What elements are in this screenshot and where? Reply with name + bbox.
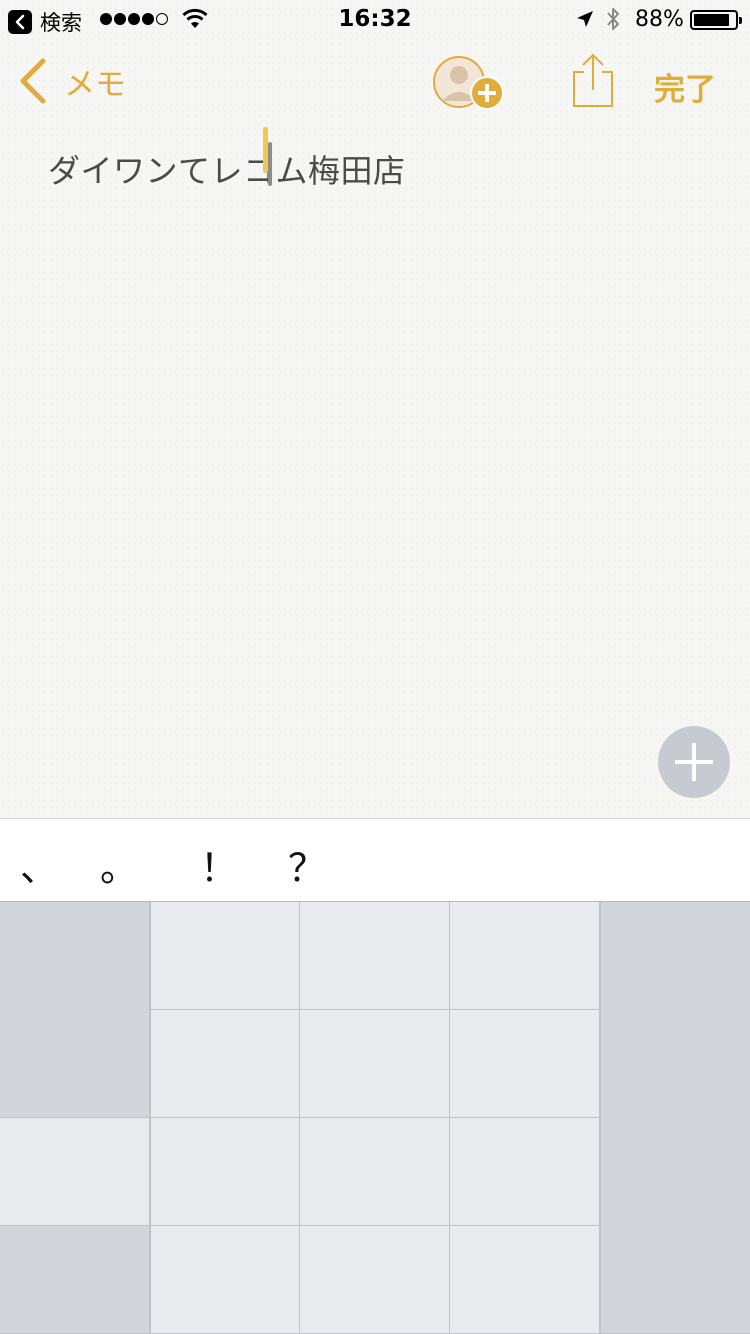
- note-paper-background: [0, 0, 750, 818]
- candidate-bar: 、 。 ！ ？: [0, 818, 750, 902]
- location-arrow-icon: [577, 11, 593, 27]
- battery-percent: 88%: [635, 7, 684, 32]
- candidate-comma[interactable]: 、: [20, 837, 58, 892]
- keyboard: [0, 902, 750, 1334]
- keyboard-key[interactable]: [0, 902, 150, 1118]
- keyboard-key[interactable]: [300, 1010, 450, 1118]
- keyboard-key[interactable]: [450, 1118, 600, 1226]
- add-person-icon: [433, 56, 504, 110]
- chevron-left-icon: [20, 58, 46, 104]
- keyboard-key[interactable]: [150, 1226, 300, 1334]
- bluetooth-icon: [607, 8, 619, 30]
- battery-fill: [694, 14, 729, 26]
- keyboard-key[interactable]: [600, 902, 750, 1334]
- battery-icon: [690, 10, 742, 30]
- add-person-button[interactable]: [432, 55, 507, 113]
- share-button[interactable]: [570, 52, 616, 110]
- status-bar: 検索 16:32 88%: [0, 0, 750, 40]
- back-label: メモ: [64, 66, 126, 103]
- done-button[interactable]: 完了: [654, 64, 716, 109]
- keyboard-key[interactable]: [450, 1010, 600, 1118]
- keyboard-key[interactable]: [0, 1118, 150, 1226]
- share-icon: [573, 53, 613, 107]
- note-body-text[interactable]: ダイワンてレコム梅田店: [48, 146, 406, 192]
- add-attachment-button[interactable]: [658, 726, 730, 798]
- marked-text-caret: [268, 142, 272, 186]
- keyboard-key[interactable]: [450, 1226, 600, 1334]
- candidate-period[interactable]: 。: [100, 837, 138, 892]
- keyboard-key[interactable]: [150, 902, 300, 1010]
- keyboard-key[interactable]: [150, 1010, 300, 1118]
- back-to-notes-button[interactable]: メモ: [18, 58, 126, 104]
- keyboard-key[interactable]: [450, 902, 600, 1010]
- keyboard-key[interactable]: [150, 1118, 300, 1226]
- candidate-question[interactable]: ？: [288, 837, 326, 892]
- keyboard-key[interactable]: [300, 902, 450, 1010]
- keyboard-key[interactable]: [0, 1226, 150, 1334]
- candidate-exclamation[interactable]: ！: [200, 837, 238, 892]
- keyboard-key[interactable]: [300, 1118, 450, 1226]
- battery-nub: [739, 17, 742, 24]
- keyboard-key[interactable]: [300, 1226, 450, 1334]
